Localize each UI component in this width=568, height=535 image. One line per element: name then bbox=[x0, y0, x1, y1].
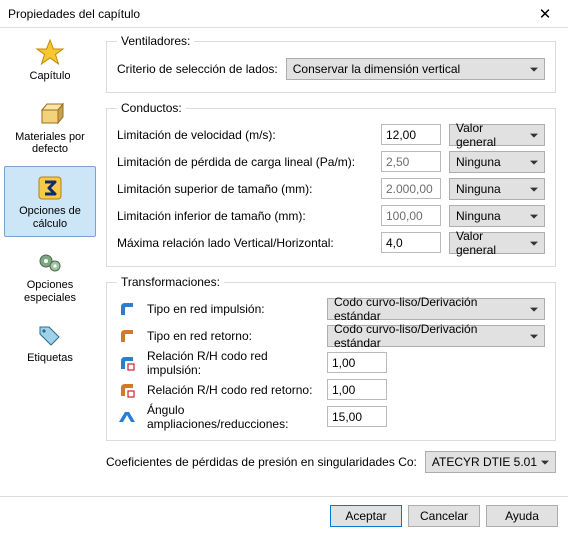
duct-label: Máxima relación lado Vertical/Horizontal… bbox=[117, 236, 373, 250]
transform-label: Ángulo ampliaciones/reducciones: bbox=[147, 403, 317, 431]
duct-label: Limitación inferior de tamaño (mm): bbox=[117, 209, 373, 223]
duct-mode-value: Ninguna bbox=[456, 209, 501, 223]
duct-mode-select[interactable]: Ninguna bbox=[449, 205, 545, 227]
transform-label: Tipo en red retorno: bbox=[147, 329, 317, 343]
sidebar-item-etiquetas[interactable]: Etiquetas bbox=[4, 314, 96, 371]
duct-value-input[interactable] bbox=[381, 232, 441, 253]
sidebar-item-materiales[interactable]: Materiales por defecto bbox=[4, 93, 96, 162]
group-legend: Ventiladores: bbox=[117, 34, 194, 48]
cancel-button[interactable]: Cancelar bbox=[408, 505, 480, 527]
sidebar-item-label: Opciones especiales bbox=[6, 279, 94, 304]
transform-label: Relación R/H codo red impulsión: bbox=[147, 349, 317, 377]
elbow-blue-icon bbox=[117, 301, 137, 317]
transform-value-input[interactable] bbox=[327, 406, 387, 427]
duct-row: Limitación de velocidad (m/s): Valor gene… bbox=[117, 121, 545, 148]
duct-mode-value: Valor general bbox=[456, 229, 526, 257]
transform-label: Relación R/H codo red retorno: bbox=[147, 383, 317, 397]
sigma-icon bbox=[7, 171, 93, 205]
duct-row: Máxima relación lado Vertical/Horizontal… bbox=[117, 229, 545, 256]
duct-row: Limitación inferior de tamaño (mm): Ningu… bbox=[117, 202, 545, 229]
dialog-footer: Aceptar Cancelar Ayuda bbox=[0, 496, 568, 534]
duct-mode-select[interactable]: Valor general bbox=[449, 232, 545, 254]
close-button[interactable]: ✕ bbox=[530, 4, 560, 24]
transform-row: Tipo en red retorno: Codo curvo-liso/Deri… bbox=[117, 322, 545, 349]
ratio-orange-icon bbox=[117, 382, 137, 398]
transform-value-input[interactable] bbox=[327, 379, 387, 400]
main-panel: Ventiladores: Criterio de selección de l… bbox=[100, 28, 568, 496]
group-legend: Transformaciones: bbox=[117, 275, 224, 289]
duct-mode-select[interactable]: Ninguna bbox=[449, 151, 545, 173]
tag-icon bbox=[6, 318, 94, 352]
criteria-label: Criterio de selección de lados: bbox=[117, 62, 278, 76]
transform-type-select[interactable]: Codo curvo-liso/Derivación estándar bbox=[327, 298, 545, 320]
duct-value-input bbox=[381, 205, 441, 226]
transform-value-input[interactable] bbox=[327, 352, 387, 373]
gears-icon bbox=[6, 245, 94, 279]
criteria-value: Conservar la dimensión vertical bbox=[293, 62, 460, 76]
star-icon bbox=[6, 36, 94, 70]
elbow-orange-icon bbox=[117, 328, 137, 344]
sidebar-item-label: Materiales por defecto bbox=[6, 131, 94, 156]
duct-row: Limitación superior de tamaño (mm): Ningu… bbox=[117, 175, 545, 202]
coef-select[interactable]: ATECYR DTIE 5.01 bbox=[425, 451, 556, 473]
titlebar: Propiedades del capítulo ✕ bbox=[0, 0, 568, 28]
duct-mode-select[interactable]: Ninguna bbox=[449, 178, 545, 200]
transform-label: Tipo en red impulsión: bbox=[147, 302, 317, 316]
criteria-select[interactable]: Conservar la dimensión vertical bbox=[286, 58, 545, 80]
sidebar-item-capitulo[interactable]: Capítulo bbox=[4, 32, 96, 89]
transform-row: Relación R/H codo red retorno: bbox=[117, 376, 545, 403]
cube-icon bbox=[6, 97, 94, 131]
ok-button[interactable]: Aceptar bbox=[330, 505, 402, 527]
coef-label: Coeficientes de pérdidas de presión en s… bbox=[106, 455, 417, 469]
group-transformaciones: Transformaciones: Tipo en red impulsión:… bbox=[106, 275, 556, 441]
transform-row: Relación R/H codo red impulsión: bbox=[117, 349, 545, 376]
category-sidebar: Capítulo Materiales por defecto Opciones… bbox=[0, 28, 100, 496]
duct-label: Limitación superior de tamaño (mm): bbox=[117, 182, 373, 196]
coef-value: ATECYR DTIE 5.01 bbox=[432, 455, 537, 469]
transform-type-value: Codo curvo-liso/Derivación estándar bbox=[334, 322, 526, 350]
duct-value-input bbox=[381, 151, 441, 172]
duct-label: Limitación de pérdida de carga lineal (P… bbox=[117, 155, 373, 169]
duct-mode-value: Ninguna bbox=[456, 182, 501, 196]
duct-mode-select[interactable]: Valor general bbox=[449, 124, 545, 146]
group-ventiladores: Ventiladores: Criterio de selección de l… bbox=[106, 34, 556, 93]
duct-value-input[interactable] bbox=[381, 124, 441, 145]
transform-type-value: Codo curvo-liso/Derivación estándar bbox=[334, 295, 526, 323]
angle-blue-icon bbox=[117, 410, 137, 424]
transform-type-select[interactable]: Codo curvo-liso/Derivación estándar bbox=[327, 325, 545, 347]
transform-row: Tipo en red impulsión: Codo curvo-liso/De… bbox=[117, 295, 545, 322]
transform-row: Ángulo ampliaciones/reducciones: bbox=[117, 403, 545, 430]
sidebar-item-label: Capítulo bbox=[6, 70, 94, 83]
sidebar-item-opciones-especiales[interactable]: Opciones especiales bbox=[4, 241, 96, 310]
sidebar-item-opciones-calculo[interactable]: Opciones de cálculo bbox=[4, 166, 96, 237]
duct-mode-value: Valor general bbox=[456, 121, 526, 149]
sidebar-item-label: Etiquetas bbox=[6, 352, 94, 365]
duct-row: Limitación de pérdida de carga lineal (P… bbox=[117, 148, 545, 175]
duct-value-input bbox=[381, 178, 441, 199]
window-title: Propiedades del capítulo bbox=[8, 7, 530, 21]
duct-mode-value: Ninguna bbox=[456, 155, 501, 169]
ratio-blue-icon bbox=[117, 355, 137, 371]
help-button[interactable]: Ayuda bbox=[486, 505, 558, 527]
duct-label: Limitación de velocidad (m/s): bbox=[117, 128, 373, 142]
group-conductos: Conductos: Limitación de velocidad (m/s)… bbox=[106, 101, 556, 267]
group-legend: Conductos: bbox=[117, 101, 186, 115]
sidebar-item-label: Opciones de cálculo bbox=[7, 205, 93, 230]
